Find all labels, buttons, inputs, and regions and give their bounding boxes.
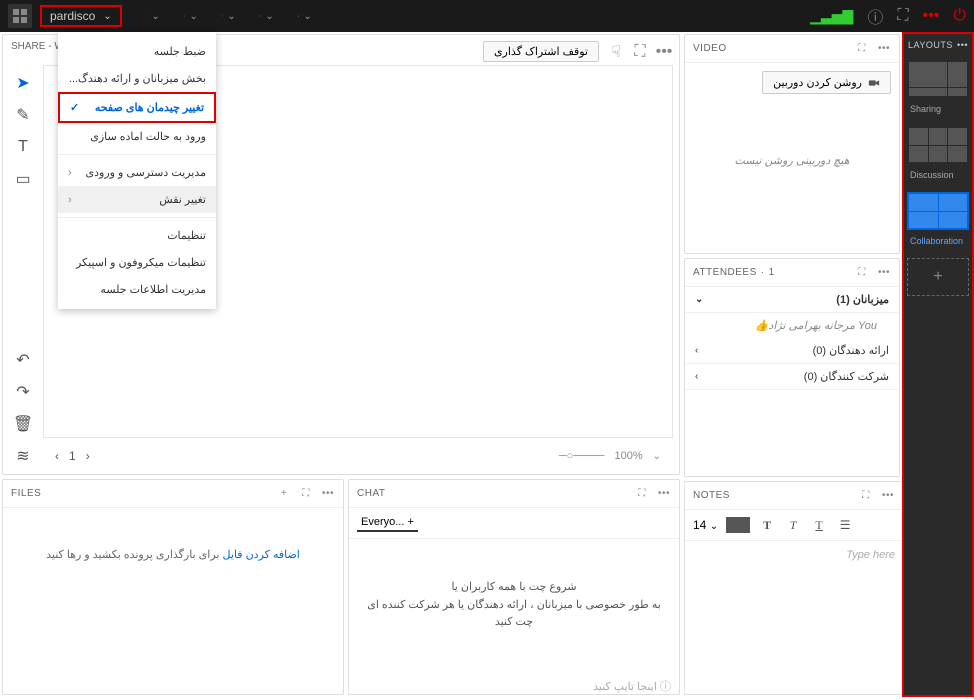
underline-button[interactable]: T — [810, 516, 828, 534]
font-size-select[interactable]: 14 ⌄ — [693, 518, 718, 532]
menu-item-manage-access[interactable]: مدیریت دسترسی و ورودی‹ — [58, 159, 216, 186]
menu-item-manage-layouts[interactable]: تغییر چیدمان های صفحه✓ — [58, 92, 216, 123]
layers-button[interactable]: ≋ — [13, 446, 33, 466]
fullscreen-icon[interactable]: ⛶ — [635, 487, 649, 501]
chat-pod-title: CHAT — [357, 488, 385, 499]
prev-page-button[interactable]: ‹ — [55, 449, 59, 463]
menu-item-preferences[interactable]: تنظیمات — [58, 222, 216, 249]
menu-item-audio-settings[interactable]: تنظیمات میکروفون و اسپیکر — [58, 249, 216, 276]
more-icon[interactable]: ••• — [657, 45, 671, 59]
italic-button[interactable]: T — [784, 516, 802, 534]
bold-button[interactable]: T — [758, 516, 776, 534]
meeting-dropdown-menu: ضبط جلسه بخش میزبانان و ارائه دهندگ... ت… — [58, 32, 216, 309]
attendee-user-row[interactable]: You مرجانه بهرامی نژاد 👍 — [685, 313, 899, 338]
page-number: 1 — [69, 449, 76, 463]
redo-button[interactable]: ↷ — [13, 382, 33, 402]
chevron-down-icon: ⌄ — [103, 11, 111, 22]
shape-tool[interactable]: ▭ — [13, 169, 33, 189]
start-camera-button[interactable]: روشن کردن دوربین — [762, 71, 891, 94]
more-icon[interactable]: ••• — [877, 266, 891, 280]
speaker-icon[interactable]: ⌄ — [184, 9, 198, 23]
grid-icon[interactable]: ⌄ — [146, 9, 160, 23]
fullscreen-icon[interactable]: ⛶ — [897, 7, 908, 25]
bullet-list-button[interactable]: ☰ — [836, 516, 854, 534]
chat-empty-line2: به طور خصوصی با میزبانان ، ارائه دهندگان… — [365, 597, 663, 632]
add-tab-icon[interactable]: + — [407, 516, 413, 528]
undo-button[interactable]: ↶ — [13, 350, 33, 370]
fullscreen-icon[interactable]: ⛶ — [299, 487, 313, 501]
menu-item-meeting-info[interactable]: مدیریت اطلاعات جلسه — [58, 276, 216, 303]
more-icon[interactable]: ••• — [657, 487, 671, 501]
menu-item-change-role[interactable]: تغییر نقش‹ — [58, 186, 216, 213]
thumbs-up-icon: 👍 — [755, 319, 769, 332]
notes-pod-title: NOTES — [693, 490, 730, 501]
chevron-left-icon: ‹ — [68, 194, 72, 206]
video-pod: VIDEO ⛶ ••• روشن کردن دوربین هیچ دوربینی… — [684, 34, 900, 254]
fullscreen-icon[interactable]: ⛶ — [855, 266, 869, 280]
fullscreen-icon[interactable]: ⛶ — [633, 45, 647, 59]
menu-item-record[interactable]: ضبط جلسه — [58, 38, 216, 65]
no-camera-text: هیچ دوربینی روشن نیست — [693, 154, 891, 167]
zoom-slider-handle[interactable]: ─○──── — [559, 450, 605, 462]
thumbs-up-icon[interactable]: ⌄ — [298, 9, 312, 23]
more-icon[interactable]: ••• — [957, 40, 968, 50]
chevron-left-icon: ‹ — [68, 167, 72, 179]
chat-empty-line1: شروع چت با همه کاربران یا — [365, 579, 663, 597]
power-icon[interactable]: ⏻ — [953, 7, 966, 25]
text-tool[interactable]: T — [13, 137, 33, 157]
layouts-title: LAYOUTS — [908, 40, 953, 50]
pointer-icon[interactable]: ☟ — [609, 45, 623, 59]
app-logo-icon — [8, 4, 32, 28]
chevron-down-icon: ⌄ — [695, 294, 703, 305]
menu-item-host-presenter[interactable]: بخش میزبانان و ارائه دهندگ... — [58, 65, 216, 92]
attendees-pod: ATTENDEES · 1 ⛶ ••• میزبانان (1) ⌄ You م… — [684, 258, 900, 477]
notes-textarea[interactable]: Type here — [685, 541, 903, 569]
pen-tool[interactable]: ✎ — [13, 105, 33, 125]
meeting-menu-trigger[interactable]: pardisco ⌄ — [40, 5, 122, 27]
mic-icon[interactable]: ⌄ — [222, 9, 236, 23]
files-hint: برای بارگذاری پرونده بکشید و رها کنید — [46, 549, 222, 561]
signal-icon: ▁▃▅▇ — [810, 8, 853, 25]
files-pod-title: FILES — [11, 488, 41, 499]
more-icon[interactable]: ••• — [923, 7, 940, 25]
next-page-button[interactable]: › — [86, 449, 90, 463]
check-icon: ✓ — [70, 101, 79, 114]
stop-sharing-button[interactable]: توقف اشتراک گذاری — [483, 41, 599, 62]
top-bar: pardisco ⌄ ⌄ ⌄ ⌄ ⌄ ⌄ ▁▃▅▇ ⓘ ⛶ ••• ⏻ — [0, 0, 974, 32]
add-layout-button[interactable]: + — [907, 258, 969, 296]
chevron-right-icon: › — [695, 345, 698, 356]
layouts-panel: LAYOUTS ••• Sharing Discussion Collabora… — [902, 32, 974, 697]
attendees-count: 1 — [769, 267, 775, 278]
chat-pod: CHAT ⛶ ••• Everyo... + شروع چت با همه کا… — [348, 479, 680, 695]
delete-button[interactable]: 🗑 — [13, 414, 33, 434]
camera-icon[interactable]: ⌄ — [260, 9, 274, 23]
layout-sharing[interactable] — [907, 60, 969, 98]
layout-discussion[interactable] — [907, 126, 969, 164]
add-file-button[interactable]: + — [277, 487, 291, 501]
color-swatch[interactable] — [726, 517, 750, 533]
pointer-tool[interactable]: ➤ — [13, 73, 33, 93]
menu-item-prepare-mode[interactable]: ورود به حالت اماده سازی — [58, 123, 216, 150]
video-pod-title: VIDEO — [693, 43, 727, 54]
attendee-group-presenters[interactable]: ارائه دهندگان (0) › — [685, 338, 899, 364]
fullscreen-icon[interactable]: ⛶ — [859, 489, 873, 503]
files-pod: FILES + ⛶ ••• اضافه کردن فایل برای بارگذ… — [2, 479, 344, 695]
more-icon[interactable]: ••• — [877, 42, 891, 56]
chevron-right-icon: › — [695, 371, 698, 382]
more-icon[interactable]: ••• — [321, 487, 335, 501]
help-icon[interactable]: ⓘ — [867, 4, 883, 28]
meeting-name: pardisco — [50, 9, 95, 23]
notes-pod: NOTES ⛶ ••• 14 ⌄ T T T ☰ Type here — [684, 481, 904, 695]
attendees-pod-title: ATTENDEES — [693, 267, 757, 278]
layout-collaboration[interactable] — [907, 192, 969, 230]
info-icon: ⓘ — [660, 681, 671, 693]
attendee-group-participants[interactable]: شرکت کنندگان (0) › — [685, 364, 899, 390]
zoom-value: 100% — [614, 450, 642, 462]
fullscreen-icon[interactable]: ⛶ — [855, 42, 869, 56]
chat-tab-everyone[interactable]: Everyo... + — [357, 514, 418, 532]
more-icon[interactable]: ••• — [881, 489, 895, 503]
attendee-group-hosts[interactable]: میزبانان (1) ⌄ — [685, 287, 899, 313]
add-file-link[interactable]: اضافه کردن فایل — [223, 549, 300, 561]
chat-input[interactable]: اینجا تایپ کنید — [593, 681, 657, 693]
